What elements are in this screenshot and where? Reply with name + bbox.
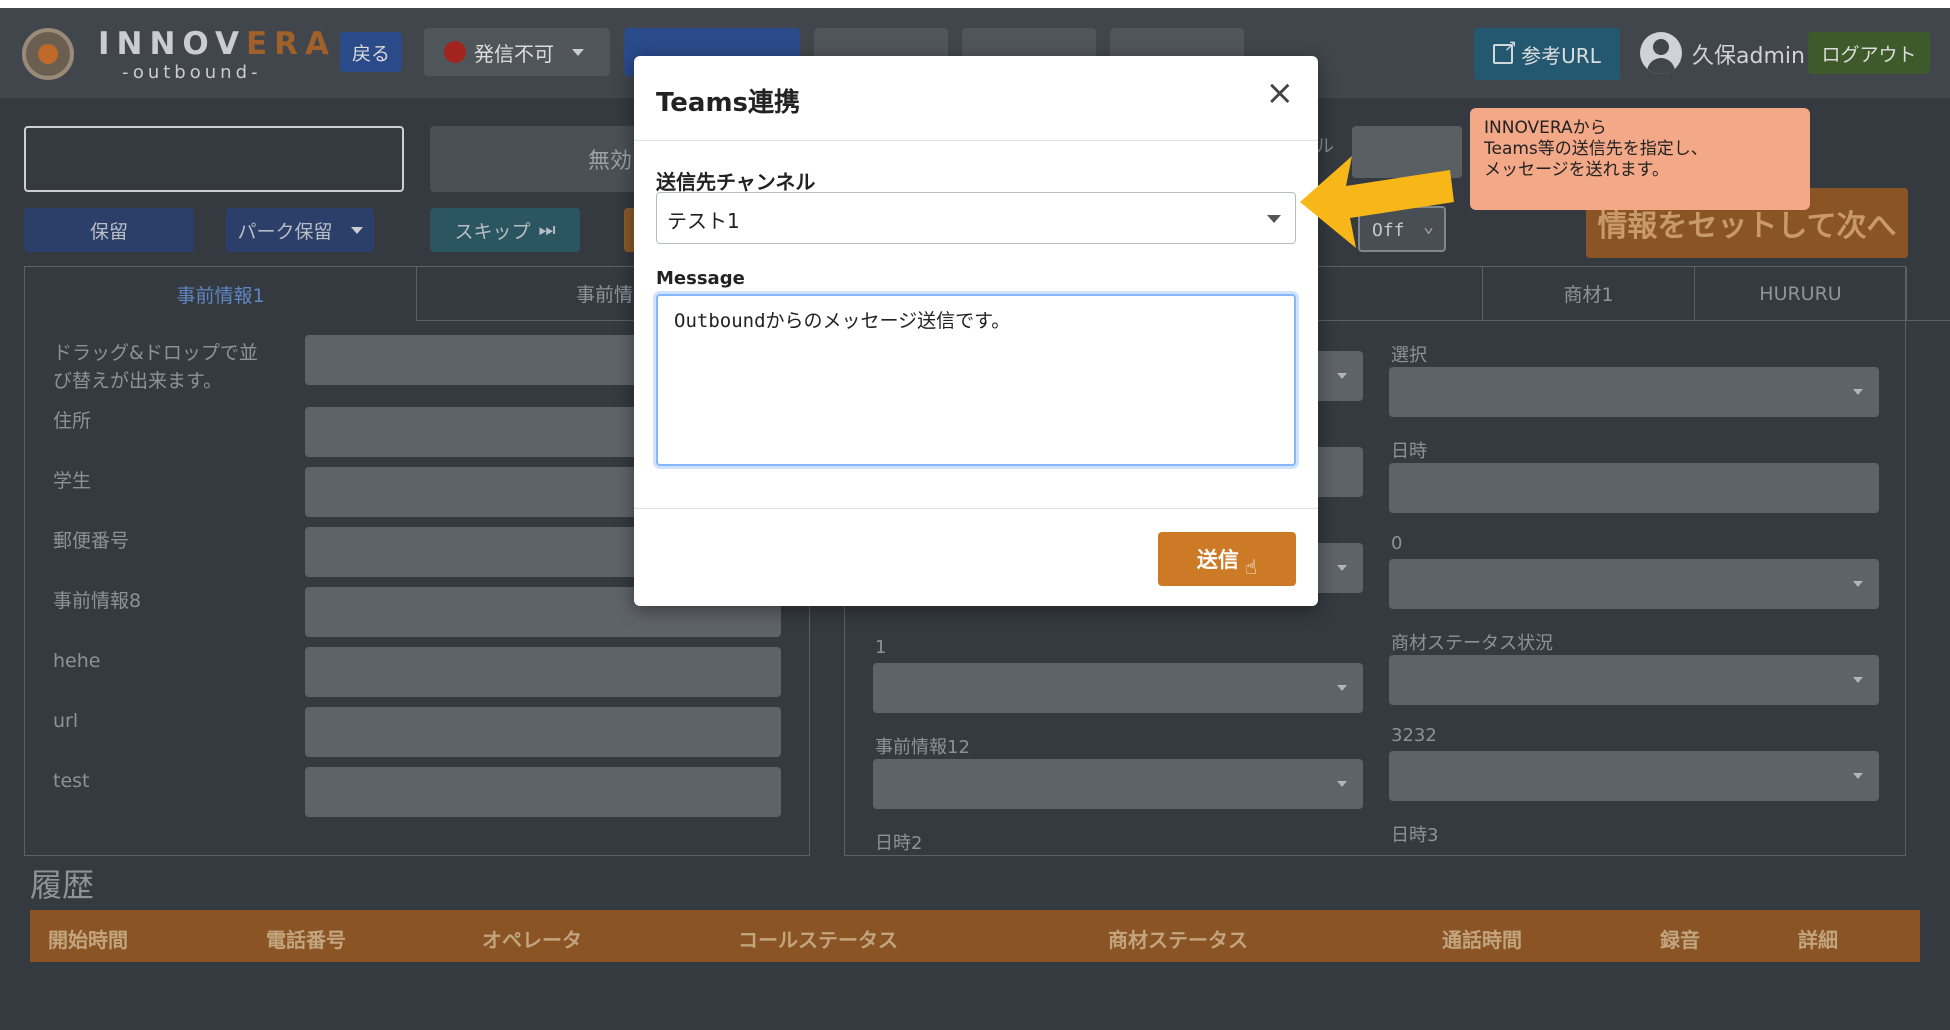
message-label: Message xyxy=(656,268,745,289)
send-label: 送信 xyxy=(1196,548,1239,572)
callout-line-1: INNOVERAから xyxy=(1484,118,1607,138)
callout-line-2: Teams等の送信先を指定し、 xyxy=(1484,139,1708,159)
send-button[interactable]: 送信 ☝ xyxy=(1158,532,1296,586)
col-recording[interactable]: 録音 xyxy=(1660,924,1700,953)
channel-label: 送信先チャンネル xyxy=(656,170,816,194)
history-title: 履歴 xyxy=(30,866,95,904)
call-status-label: 発信不可 xyxy=(474,41,554,66)
tab-sdsdds[interactable]: sdsdds xyxy=(1907,267,1950,321)
label-3232: 3232 xyxy=(1391,725,1437,746)
label-1: 1 xyxy=(875,637,887,658)
label-datetime-2: 日時2 xyxy=(875,833,923,854)
field-datetime[interactable] xyxy=(1389,463,1879,513)
label-pre-info-12: 事前情報12 xyxy=(875,737,970,758)
row-label-url: url xyxy=(53,710,79,732)
select-pre-info-12[interactable] xyxy=(873,759,1363,809)
label-0: 0 xyxy=(1391,533,1403,554)
park-hold-label: パーク保留 xyxy=(237,220,333,243)
brand-title: INNOVERA xyxy=(98,26,336,62)
headset-logo-icon xyxy=(22,28,74,80)
callout-arrow-icon xyxy=(1300,156,1454,248)
close-icon[interactable]: × xyxy=(1266,76,1295,110)
callout-annotation: INNOVERAから Teams等の送信先を指定し、 メッセージを送れます。 xyxy=(1470,108,1810,210)
partial-label: ル xyxy=(1316,136,1334,157)
hand-cursor-icon: ☝ xyxy=(1244,555,1258,579)
modal-footer-divider xyxy=(634,508,1318,509)
user-icon[interactable] xyxy=(1640,32,1682,74)
phone-number-input[interactable] xyxy=(24,126,404,192)
caret-down-icon xyxy=(572,48,584,56)
external-link-icon xyxy=(1493,36,1517,64)
modal-title: Teams連携 xyxy=(656,88,801,118)
park-hold-dropdown[interactable]: パーク保留 xyxy=(226,208,374,252)
logout-button[interactable]: ログアウト xyxy=(1808,32,1930,74)
row-label-student: 学生 xyxy=(53,470,92,492)
row-label-test: test xyxy=(53,770,90,792)
skip-button[interactable]: スキップ ⏭ xyxy=(430,208,580,252)
row-label-hehe: hehe xyxy=(53,650,101,672)
callout-line-3: メッセージを送れます。 xyxy=(1484,160,1669,180)
col-call-status[interactable]: コールステータス xyxy=(738,924,898,953)
select-product-status[interactable] xyxy=(1389,655,1879,705)
tab-hururu[interactable]: HURURU xyxy=(1695,267,1907,321)
row-label-drag-hint: ドラッグ&ドロップで並び替えが出来ます。 xyxy=(53,342,258,392)
field-hehe[interactable] xyxy=(305,647,781,697)
col-details[interactable]: 詳細 xyxy=(1798,924,1838,953)
reference-url-label: 参考URL xyxy=(1521,43,1601,68)
username: 久保admin xyxy=(1692,44,1805,69)
col-start-time[interactable]: 開始時間 xyxy=(48,924,128,953)
caret-down-icon xyxy=(350,226,363,234)
back-button[interactable]: 戻る xyxy=(340,32,402,72)
message-textarea[interactable]: Outboundからのメッセージ送信です。 xyxy=(656,294,1296,466)
label-select: 選択 xyxy=(1391,345,1427,366)
disabled-button[interactable]: 無効 xyxy=(430,126,650,192)
label-product-status: 商材ステータス状況 xyxy=(1391,633,1553,654)
label-datetime-3: 日時3 xyxy=(1391,825,1439,846)
tab-pre-info-1[interactable]: 事前情報1 xyxy=(25,267,417,321)
row-label-address: 住所 xyxy=(53,410,92,432)
row-label-postal-code: 郵便番号 xyxy=(53,530,130,552)
hold-button[interactable]: 保留 xyxy=(24,208,194,252)
modal-header-divider xyxy=(634,140,1318,141)
col-product-status[interactable]: 商材ステータス xyxy=(1108,924,1248,953)
teams-integration-modal: Teams連携 × 送信先チャンネル テスト1 Message Outbound… xyxy=(634,56,1318,606)
app-background: INNOVERA -outbound- 戻る 発信不可 参考URL 久保admi… xyxy=(0,8,1950,1030)
channel-select[interactable]: テスト1 xyxy=(656,192,1296,244)
skip-label: スキップ xyxy=(454,220,531,243)
select-1[interactable] xyxy=(873,663,1363,713)
field-url[interactable] xyxy=(305,707,781,757)
status-dot-icon xyxy=(444,41,466,63)
col-call-duration[interactable]: 通話時間 xyxy=(1442,924,1522,953)
skip-icon: ⏭ xyxy=(538,219,556,241)
tab-product-1[interactable]: 商材1 xyxy=(1483,267,1695,321)
col-operator[interactable]: オペレータ xyxy=(482,924,582,953)
row-label-pre-info-8: 事前情報8 xyxy=(53,590,142,612)
col-phone-number[interactable]: 電話番号 xyxy=(266,924,346,953)
reference-url-button[interactable]: 参考URL xyxy=(1474,28,1620,80)
call-status-dropdown[interactable]: 発信不可 xyxy=(424,28,610,76)
select-select[interactable] xyxy=(1389,367,1879,417)
label-datetime: 日時 xyxy=(1391,441,1427,462)
brand-subtitle: -outbound- xyxy=(122,62,262,83)
select-3232[interactable] xyxy=(1389,751,1879,801)
history-table-header: 開始時間 電話番号 オペレータ コールステータス 商材ステータス 通話時間 録音… xyxy=(30,910,1920,962)
select-0[interactable] xyxy=(1389,559,1879,609)
field-test[interactable] xyxy=(305,767,781,817)
